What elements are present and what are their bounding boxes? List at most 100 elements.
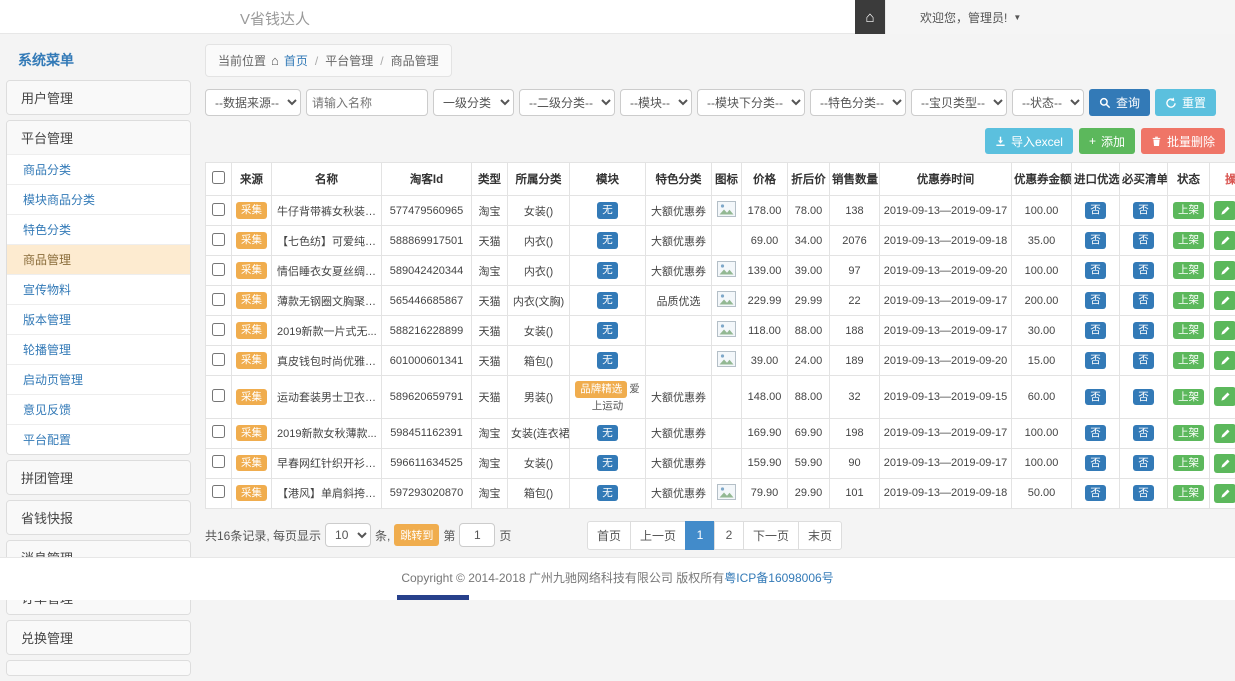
status-badge[interactable]: 上架 [1173, 292, 1204, 309]
sidebar-item[interactable]: 特色分类 [7, 214, 190, 244]
page-size-select[interactable]: 10 [325, 523, 371, 547]
jump-page-input[interactable] [459, 523, 495, 547]
must-buy-badge[interactable]: 否 [1133, 352, 1154, 369]
filter-level1-category[interactable]: 一级分类 [433, 89, 514, 116]
row-checkbox[interactable] [212, 485, 225, 498]
page-button[interactable]: 末页 [798, 521, 842, 550]
must-buy-badge[interactable]: 否 [1133, 232, 1154, 249]
row-checkbox[interactable] [212, 323, 225, 336]
sidebar-item[interactable]: 商品管理 [7, 244, 190, 274]
reset-button[interactable]: 重置 [1155, 89, 1216, 116]
filter-status[interactable]: --状态-- [1012, 89, 1084, 116]
module-badge: 品牌精选 [575, 381, 627, 398]
status-badge[interactable]: 上架 [1173, 232, 1204, 249]
sidebar-item[interactable]: 商品分类 [7, 154, 190, 184]
user-menu[interactable]: 欢迎您，管理员! ▼ [885, 0, 1235, 34]
edit-button[interactable] [1214, 484, 1235, 503]
edit-button[interactable] [1214, 201, 1235, 220]
sidebar-item[interactable]: 版本管理 [7, 304, 190, 334]
filter-module-subcategory[interactable]: --模块下分类-- [697, 89, 805, 116]
edit-button[interactable] [1214, 231, 1235, 250]
edit-button[interactable] [1214, 351, 1235, 370]
status-badge[interactable]: 上架 [1173, 425, 1204, 442]
row-checkbox[interactable] [212, 455, 225, 468]
jump-button[interactable]: 跳转到 [394, 524, 439, 546]
product-image-icon [717, 291, 736, 307]
icp-link[interactable]: 粤ICP备16098006号 [724, 571, 833, 585]
row-checkbox[interactable] [212, 203, 225, 216]
sidebar-item[interactable]: 轮播管理 [7, 334, 190, 364]
must-buy-badge[interactable]: 否 [1133, 322, 1154, 339]
add-button[interactable]: + 添加 [1079, 128, 1135, 154]
must-buy-badge[interactable]: 否 [1133, 262, 1154, 279]
imported-badge[interactable]: 否 [1085, 352, 1106, 369]
must-buy-badge[interactable]: 否 [1133, 292, 1154, 309]
edit-button[interactable] [1214, 424, 1235, 443]
sidebar-group[interactable] [7, 661, 190, 675]
status-badge[interactable]: 上架 [1173, 455, 1204, 472]
edit-button[interactable] [1214, 291, 1235, 310]
must-buy-badge[interactable]: 否 [1133, 455, 1154, 472]
status-badge[interactable]: 上架 [1173, 389, 1204, 406]
edit-button[interactable] [1214, 261, 1235, 280]
must-buy-badge[interactable]: 否 [1133, 202, 1154, 219]
row-checkbox[interactable] [212, 425, 225, 438]
sidebar-item[interactable]: 宣传物料 [7, 274, 190, 304]
imported-badge[interactable]: 否 [1085, 262, 1106, 279]
row-checkbox[interactable] [212, 263, 225, 276]
page-button[interactable]: 1 [685, 521, 715, 550]
row-checkbox[interactable] [212, 293, 225, 306]
filter-special-category[interactable]: --特色分类-- [810, 89, 906, 116]
row-checkbox[interactable] [212, 353, 225, 366]
edit-button[interactable] [1214, 387, 1235, 406]
home-button[interactable]: ⌂ [855, 0, 885, 34]
status-badge[interactable]: 上架 [1173, 202, 1204, 219]
sidebar-group[interactable]: 兑换管理 [7, 621, 190, 654]
status-badge[interactable]: 上架 [1173, 322, 1204, 339]
row-actions [1210, 448, 1235, 478]
row-checkbox[interactable] [212, 233, 225, 246]
breadcrumb-home-link[interactable]: 首页 [284, 52, 308, 69]
page-button[interactable]: 2 [714, 521, 744, 550]
sidebar-group[interactable]: 平台管理 [7, 121, 190, 154]
filter-module[interactable]: --模块-- [620, 89, 692, 116]
sidebar-item[interactable]: 平台配置 [7, 424, 190, 454]
page-button[interactable]: 下一页 [743, 521, 799, 550]
imported-badge[interactable]: 否 [1085, 322, 1106, 339]
batch-delete-button[interactable]: 批量删除 [1141, 128, 1225, 154]
imported-badge[interactable]: 否 [1085, 232, 1106, 249]
imported-badge[interactable]: 否 [1085, 292, 1106, 309]
must-buy-badge[interactable]: 否 [1133, 389, 1154, 406]
status-badge[interactable]: 上架 [1173, 352, 1204, 369]
must-buy-badge[interactable]: 否 [1133, 425, 1154, 442]
imported-badge[interactable]: 否 [1085, 389, 1106, 406]
status-badge[interactable]: 上架 [1173, 262, 1204, 279]
sidebar-item[interactable]: 模块商品分类 [7, 184, 190, 214]
sidebar-item[interactable]: 启动页管理 [7, 364, 190, 394]
edit-button[interactable] [1214, 454, 1235, 473]
sidebar-group[interactable]: 用户管理 [7, 81, 190, 114]
price: 79.90 [742, 478, 788, 508]
filter-item-type[interactable]: --宝贝类型-- [911, 89, 1007, 116]
imported-badge[interactable]: 否 [1085, 485, 1106, 502]
row-checkbox[interactable] [212, 389, 225, 402]
must-buy-badge[interactable]: 否 [1133, 485, 1154, 502]
records-total-text: 共16条记录, 每页显示 [205, 527, 321, 544]
imported-badge[interactable]: 否 [1085, 455, 1106, 472]
imported-badge[interactable]: 否 [1085, 425, 1106, 442]
discount-price: 39.00 [788, 256, 830, 286]
sidebar-group[interactable]: 省钱快报 [7, 501, 190, 534]
import-excel-button[interactable]: 导入excel [985, 128, 1073, 154]
filter-data-source[interactable]: --数据来源-- [205, 89, 301, 116]
name-search-input[interactable] [306, 89, 428, 116]
select-all-checkbox[interactable] [212, 171, 225, 184]
search-button[interactable]: 查询 [1089, 89, 1150, 116]
status-badge[interactable]: 上架 [1173, 485, 1204, 502]
imported-badge[interactable]: 否 [1085, 202, 1106, 219]
page-button[interactable]: 首页 [587, 521, 631, 550]
page-button[interactable]: 上一页 [630, 521, 686, 550]
sidebar-item[interactable]: 意见反馈 [7, 394, 190, 424]
sidebar-group[interactable]: 拼团管理 [7, 461, 190, 494]
edit-button[interactable] [1214, 321, 1235, 340]
filter-level2-category[interactable]: --二级分类-- [519, 89, 615, 116]
